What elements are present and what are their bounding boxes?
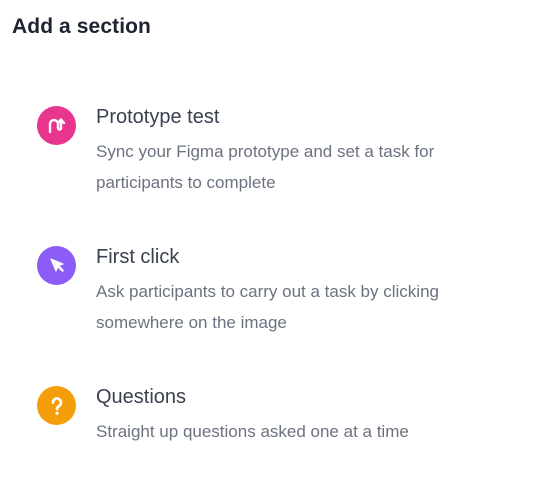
- option-description: Ask participants to carry out a task by …: [96, 282, 439, 332]
- panel-title: Add a section: [12, 15, 151, 38]
- cursor-icon: [37, 246, 76, 285]
- option-prototype-test[interactable]: Prototype test Sync your Figma prototype…: [0, 100, 540, 210]
- question-mark-icon: [37, 386, 76, 425]
- option-title: Prototype test: [96, 106, 220, 128]
- prototype-icon: [37, 106, 76, 145]
- option-description: Straight up questions asked one at a tim…: [96, 422, 409, 441]
- add-section-panel: Add a section Prototype test Sync your F…: [0, 0, 555, 496]
- option-first-click[interactable]: First click Ask participants to carry ou…: [0, 240, 540, 350]
- option-questions[interactable]: Questions Straight up questions asked on…: [0, 380, 540, 490]
- option-title: Questions: [96, 386, 187, 408]
- option-title: First click: [96, 246, 180, 268]
- option-description: Sync your Figma prototype and set a task…: [96, 142, 435, 192]
